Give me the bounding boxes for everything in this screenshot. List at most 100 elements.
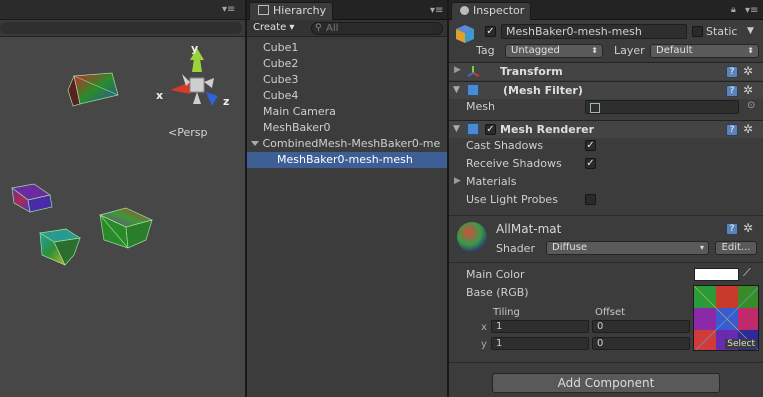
lock-icon[interactable]: 🔒︎ [731, 5, 736, 15]
help-icon[interactable]: ? [726, 124, 738, 136]
gear-icon[interactable]: ✲ [743, 84, 753, 96]
receive-shadows-checkbox[interactable]: ✓ [585, 158, 596, 169]
offset-label: Offset [595, 307, 626, 318]
main-color-label: Main Color [466, 268, 525, 281]
gameobject-active-checkbox[interactable]: ✓ [485, 26, 496, 37]
hierarchy-item-label: Main Camera [263, 105, 336, 118]
info-icon [460, 6, 469, 15]
hierarchy-item-label: CombinedMesh-MeshBaker0-me [262, 137, 441, 150]
expand-arrow-icon[interactable] [251, 141, 259, 146]
hierarchy-panel-menu-icon[interactable]: ▾≡ [430, 5, 443, 16]
static-dropdown-arrow-icon[interactable]: ▼ [747, 26, 754, 36]
scene-toolbar [0, 20, 245, 37]
materials-foldout[interactable]: Materials [466, 175, 516, 188]
transform-icon [467, 66, 480, 77]
hierarchy-item-label: Cube3 [263, 73, 299, 86]
scene-view[interactable]: ▾≡ y x z <Persp [0, 0, 245, 397]
tab-inspector[interactable]: Inspector [451, 2, 532, 20]
hierarchy-item-cube1[interactable]: Cube1 [247, 40, 447, 56]
gizmo-y-label: y [191, 42, 199, 55]
base-rgb-label: Base (RGB) [466, 286, 529, 299]
hierarchy-panel: Hierarchy ▾≡ Create ▾ ⚲ All Cube1 Cube2 … [247, 0, 447, 397]
layer-dropdown[interactable]: Default ⬍ [650, 44, 759, 58]
cube-mesh-4[interactable] [98, 207, 154, 249]
offset-y-field[interactable]: 0 [592, 337, 690, 350]
create-button[interactable]: Create ▾ [253, 22, 294, 35]
hierarchy-item-label: Cube4 [263, 89, 299, 102]
hierarchy-search-input[interactable]: ⚲ All [311, 22, 443, 35]
mesh-renderer-component-header[interactable]: ▼ ✓ Mesh Renderer ? ✲ [449, 120, 763, 138]
inspector-tab-label: Inspector [473, 4, 525, 17]
tiling-label: Tiling [493, 307, 520, 318]
mesh-renderer-enabled-checkbox[interactable]: ✓ [485, 124, 496, 135]
use-light-probes-label: Use Light Probes [466, 193, 558, 206]
persp-toggle[interactable]: <Persp [168, 126, 207, 139]
cast-shadows-checkbox[interactable]: ✓ [585, 140, 596, 151]
hierarchy-tab-label: Hierarchy [273, 4, 327, 17]
hierarchy-item-label: MeshBaker0-mesh-mesh [277, 153, 413, 166]
tiling-x-field[interactable]: 1 [491, 320, 589, 333]
help-icon[interactable]: ? [726, 223, 738, 235]
gameobject-icon [454, 23, 476, 45]
add-component-button[interactable]: Add Component [492, 373, 720, 393]
tiling-x-label: x [481, 322, 487, 333]
gameobject-name-field[interactable]: MeshBaker0-mesh-mesh [501, 24, 687, 39]
hierarchy-search-placeholder: All [326, 23, 339, 34]
edit-shader-button[interactable]: Edit... [715, 241, 757, 255]
hierarchy-item-meshbaker0-mesh-mesh[interactable]: MeshBaker0-mesh-mesh [247, 152, 447, 168]
hierarchy-tab-icon [258, 5, 269, 15]
inspector-panel: Inspector 🔒︎ ▾≡ ✓ MeshBaker0-mesh-mesh S… [449, 0, 763, 397]
transform-component-header[interactable]: ▶ Transform ? ✲ [449, 62, 763, 80]
cube-mesh-3[interactable] [39, 228, 81, 266]
use-light-probes-checkbox[interactable] [585, 194, 596, 205]
mesh-filter-component-header[interactable]: ▼ (Mesh Filter) ? ✲ [449, 81, 763, 99]
collapsed-arrow-icon[interactable]: ▶ [454, 176, 461, 186]
gear-icon[interactable]: ✲ [743, 123, 753, 135]
select-texture-button[interactable]: Select [725, 339, 757, 349]
shader-value: Diffuse [552, 242, 588, 253]
dropdown-arrow-icon: ⬍ [591, 46, 598, 55]
inspector-panel-menu-icon[interactable]: ▾≡ [745, 5, 758, 16]
tag-label: Tag [476, 44, 495, 57]
persp-icon: < [168, 126, 178, 139]
hierarchy-item-main-camera[interactable]: Main Camera [247, 104, 447, 120]
hierarchy-item-combinedmesh[interactable]: CombinedMesh-MeshBaker0-me [247, 136, 447, 152]
static-label: Static [706, 25, 738, 38]
main-color-swatch[interactable] [694, 268, 739, 281]
transform-title: Transform [500, 65, 563, 78]
tiling-y-field[interactable]: 1 [491, 337, 589, 350]
static-checkbox[interactable] [692, 26, 703, 37]
scene-orientation-gizmo-icon[interactable] [160, 44, 240, 120]
dropdown-arrow-icon: ⬍ [747, 46, 754, 55]
collapsed-arrow-icon[interactable]: ▶ [454, 65, 461, 75]
base-texture-slot[interactable]: Select [693, 285, 759, 351]
mesh-filter-icon [467, 84, 479, 96]
mesh-filter-title: (Mesh Filter) [503, 84, 583, 97]
mesh-label: Mesh [466, 100, 495, 113]
divider [449, 262, 763, 263]
tab-hierarchy[interactable]: Hierarchy [249, 2, 334, 20]
hierarchy-item-meshbaker0[interactable]: MeshBaker0 [247, 120, 447, 136]
cube-mesh-1[interactable] [67, 72, 119, 107]
help-icon[interactable]: ? [726, 66, 738, 78]
scene-search-field[interactable] [0, 22, 242, 34]
tiling-y-label: y [481, 339, 487, 350]
expanded-arrow-icon[interactable]: ▼ [453, 124, 460, 134]
scene-panel-menu-icon[interactable]: ▾≡ [222, 4, 235, 15]
search-icon: ⚲ [315, 23, 322, 33]
hierarchy-item-cube4[interactable]: Cube4 [247, 88, 447, 104]
shader-dropdown[interactable]: Diffuse ▾ [546, 241, 709, 255]
hierarchy-item-cube3[interactable]: Cube3 [247, 72, 447, 88]
gear-icon[interactable]: ✲ [743, 222, 753, 234]
tag-dropdown[interactable]: Untagged ⬍ [505, 44, 603, 58]
eyedropper-icon[interactable]: ⟋ [743, 266, 751, 280]
offset-x-field[interactable]: 0 [592, 320, 690, 333]
object-picker-icon[interactable]: ⊙ [747, 100, 755, 111]
material-preview-sphere-icon [457, 222, 487, 252]
gear-icon[interactable]: ✲ [743, 65, 753, 77]
expanded-arrow-icon[interactable]: ▼ [453, 85, 460, 95]
cube-mesh-2[interactable] [11, 183, 53, 213]
hierarchy-item-cube2[interactable]: Cube2 [247, 56, 447, 72]
mesh-object-field[interactable] [585, 100, 739, 114]
help-icon[interactable]: ? [726, 85, 738, 97]
